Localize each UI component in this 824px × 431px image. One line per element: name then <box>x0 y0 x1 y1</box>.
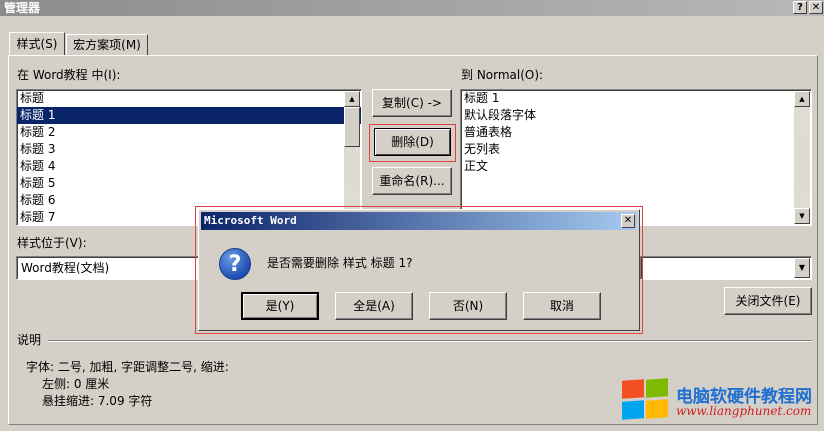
close-file-button[interactable]: 关闭文件(E) <box>724 287 812 315</box>
description-line-2: 左侧: 0 厘米 <box>42 377 110 391</box>
target-location-combo[interactable]: ▼ <box>640 256 812 280</box>
delete-button[interactable]: 删除(D) <box>374 128 451 156</box>
watermark-url: www.liangphunet.com <box>676 404 812 418</box>
right-list-label: 到 Normal(O): <box>461 68 544 82</box>
list-item[interactable]: 普通表格 <box>461 124 811 141</box>
rename-button[interactable]: 重命名(R)... <box>372 167 452 195</box>
window-close-button[interactable]: ✕ <box>809 1 823 14</box>
question-icon: ? <box>219 248 251 280</box>
dialog-close-button[interactable]: ✕ <box>621 214 635 228</box>
yes-all-button[interactable]: 全是(A) <box>335 292 413 320</box>
window-titlebar: 管理器 ? ✕ <box>0 0 824 16</box>
list-item[interactable]: 标题 1 <box>461 90 811 107</box>
list-item[interactable]: 默认段落字体 <box>461 107 811 124</box>
description-separator <box>48 340 812 342</box>
tab-macro-items[interactable]: 宏方案项(M) <box>66 34 148 56</box>
windows-logo-icon <box>622 378 670 420</box>
list-item[interactable]: 标题 4 <box>17 158 361 175</box>
list-item-selected[interactable]: 标题 1 <box>17 107 361 124</box>
copy-button[interactable]: 复制(C) -> <box>372 89 452 117</box>
list-item[interactable]: 标题 3 <box>17 141 361 158</box>
dialog-title: Microsoft Word <box>201 212 637 230</box>
chevron-down-icon[interactable]: ▼ <box>794 258 810 278</box>
confirm-dialog: Microsoft Word ✕ ? 是否需要删除 样式 标题 1? 是(Y) … <box>198 209 640 331</box>
description-line-3: 悬挂缩进: 7.09 字符 <box>42 394 153 408</box>
cancel-button[interactable]: 取消 <box>523 292 601 320</box>
tab-styles[interactable]: 样式(S) <box>9 32 65 56</box>
list-item[interactable]: 标题 5 <box>17 175 361 192</box>
list-item[interactable]: 无列表 <box>461 141 811 158</box>
left-list-label: 在 Word教程 中(I): <box>17 68 121 82</box>
window-title: 管理器 <box>4 1 41 15</box>
list-item[interactable]: 标题 <box>17 90 361 107</box>
no-button[interactable]: 否(N) <box>429 292 507 320</box>
help-button[interactable]: ? <box>793 1 807 14</box>
scroll-thumb[interactable] <box>344 107 360 147</box>
scroll-up-arrow-icon[interactable]: ▲ <box>344 91 360 107</box>
scroll-down-arrow-icon[interactable]: ▼ <box>794 208 810 224</box>
yes-button[interactable]: 是(Y) <box>241 292 319 320</box>
scroll-up-arrow-icon[interactable]: ▲ <box>794 91 810 107</box>
dialog-message: 是否需要删除 样式 标题 1? <box>267 256 413 270</box>
list-item[interactable]: 标题 2 <box>17 124 361 141</box>
left-list-scrollbar[interactable]: ▲ <box>344 91 360 224</box>
location-combo[interactable]: Word教程(文档) <box>16 256 206 280</box>
description-line-1: 字体: 二号, 加粗, 字距调整二号, 缩进: <box>26 360 229 374</box>
description-label: 说明 <box>17 333 42 347</box>
location-combo-value: Word教程(文档) <box>21 261 110 275</box>
location-label: 样式位于(V): <box>17 236 87 250</box>
list-item[interactable]: 正文 <box>461 158 811 175</box>
right-list-scrollbar[interactable]: ▲ ▼ <box>794 91 810 224</box>
